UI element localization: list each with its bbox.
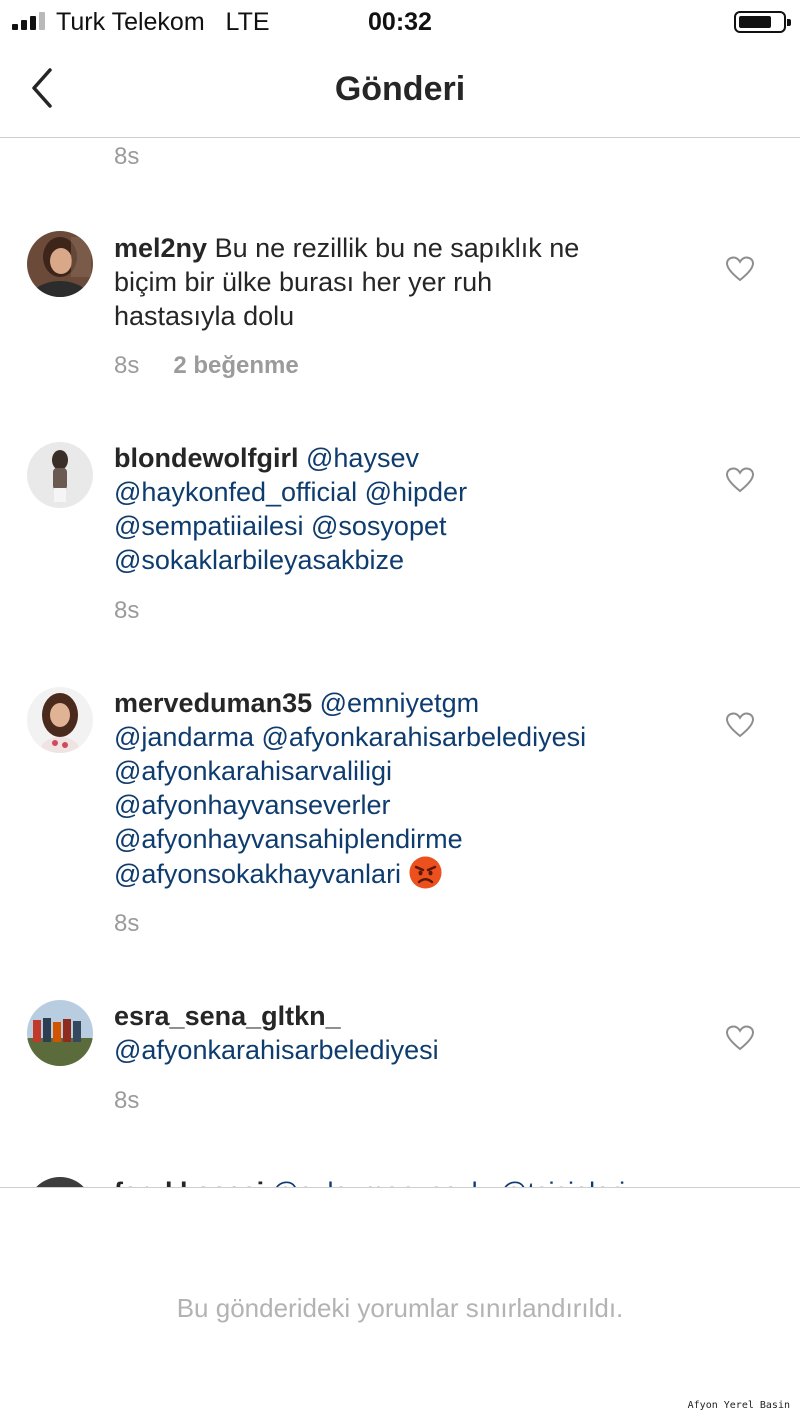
comment-body-line: hastasıyla dolu [114,301,295,331]
mention-link[interactable]: @afyonsokakhayvanlari [114,859,401,889]
comment-username[interactable]: farukkoeesi [114,1177,264,1187]
mention-link[interactable]: @tsisieleri [500,1177,625,1187]
like-heart-icon[interactable] [726,467,754,493]
nav-bar: Gönderi [0,44,800,138]
page-title: Gönderi [334,70,466,108]
mention-link[interactable]: @suleyman_soylu [272,1177,493,1187]
comment-text: mel2ny Bu ne rezillik bu ne sapıklık ne … [114,231,694,333]
comment-body-line: biçim bir ülke burası her yer ruh [114,267,493,297]
avatar[interactable] [27,1000,93,1066]
previous-comment-time: 8s [114,143,140,170]
comment-time: 8s [114,1087,140,1114]
avatar[interactable] [27,231,93,297]
status-bar: Turk Telekom LTE 00:32 [0,0,800,44]
avatar[interactable] [27,1177,93,1187]
comment-time: 8s [114,352,140,379]
comment-meta: 8s 2 beğenme [114,352,299,380]
mention-link[interactable]: @sempatiiailesi [114,511,303,541]
comments-restricted-message: Bu gönderideki yorumlar sınırlandırıldı. [176,1293,624,1323]
comment-text: esra_sena_gltkn_ @afyonkarahisarbelediye… [114,999,694,1067]
mention-link[interactable]: @afyonhayvanseverler [114,790,391,820]
watermark: Afyon Yerel Basin [687,1400,790,1411]
comment-list[interactable]: 8s mel2ny Bu ne rezillik bu ne sapıklık … [0,139,800,1187]
mention-link[interactable]: @jandarma [114,722,254,752]
comment-username[interactable]: blondewolfgirl [114,443,298,473]
like-heart-icon[interactable] [726,712,754,738]
status-time: 00:32 [368,8,432,36]
mention-link[interactable]: @afyonhayvansahiplendirme [114,824,463,854]
mention-link[interactable]: @emniyetgm [320,688,479,718]
comments-restricted-footer: Bu gönderideki yorumlar sınırlandırıldı.… [0,1187,800,1422]
angry-face-icon [409,856,442,889]
comment-text: farukkoeesi @suleyman_soylu @tsisieleri [114,1175,694,1187]
comment-text: merveduman35 @emniyetgm @jandarma @afyon… [114,686,694,891]
like-heart-icon[interactable] [726,256,754,282]
mention-link[interactable]: @haykonfed_official [114,477,357,507]
comment-time: 8s [114,910,140,937]
mention-link[interactable]: @sosyopet [311,511,446,541]
comment-username[interactable]: mel2ny [114,233,207,263]
like-count[interactable]: 2 beğenme [173,352,298,379]
comment-time: 8s [114,597,140,624]
mention-link[interactable]: @afyonkarahisarvaliligi [114,756,392,786]
comment-username[interactable]: merveduman35 [114,688,312,718]
mention-link[interactable]: @afyonkarahisarbelediyesi [262,722,587,752]
battery-icon [734,11,791,33]
mention-link[interactable]: @sokaklarbileyasakbize [114,545,404,575]
comment-text: blondewolfgirl @haysev @haykonfed_offici… [114,441,694,577]
mention-link[interactable]: @afyonkarahisarbelediyesi [114,1035,439,1065]
comment-username[interactable]: esra_sena_gltkn_ [114,1001,341,1031]
avatar[interactable] [27,442,93,508]
mention-link[interactable]: @haysev [306,443,419,473]
mention-link[interactable]: @hipder [365,477,467,507]
comment-body-line: Bu ne rezillik bu ne sapıklık ne [214,233,580,263]
avatar[interactable] [27,687,93,753]
like-heart-icon[interactable] [726,1025,754,1051]
